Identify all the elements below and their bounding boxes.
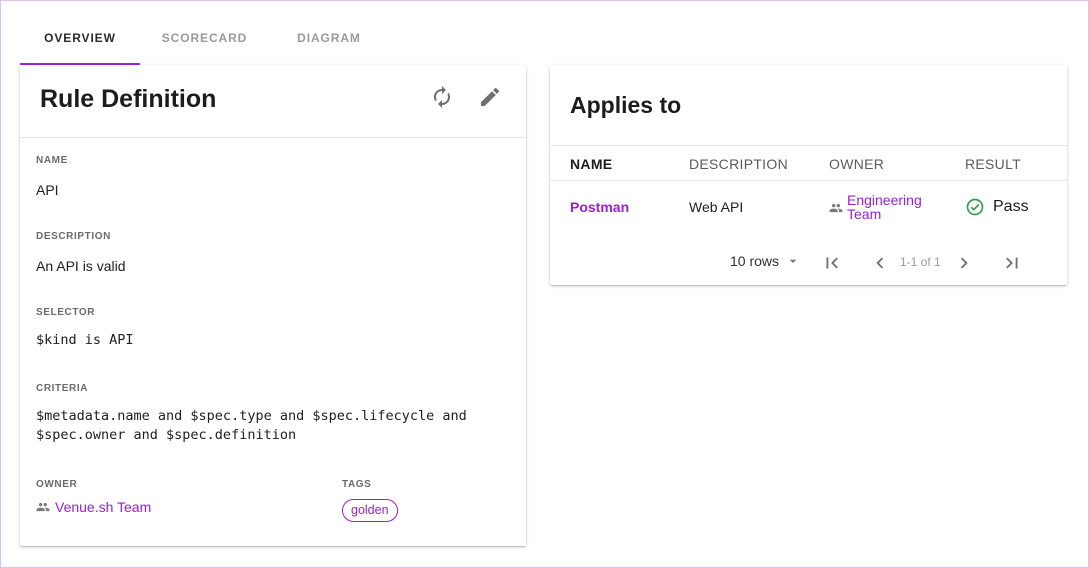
refresh-icon — [434, 86, 450, 108]
applies-to-card: Applies to NAME DESCRIPTION OWNER RESULT… — [550, 65, 1067, 285]
selector-value: $kind is API — [36, 332, 134, 348]
column-header-owner[interactable]: OWNER — [829, 156, 884, 172]
last-page-icon — [1006, 257, 1018, 269]
criteria-line-1: $metadata.name and $spec.type and $spec.… — [36, 408, 467, 424]
group-icon — [36, 502, 50, 512]
column-header-description[interactable]: DESCRIPTION — [689, 156, 788, 172]
card-title: Applies to — [570, 92, 682, 118]
dropdown-arrow-icon — [789, 259, 797, 263]
tab-overview[interactable]: OVERVIEW — [20, 10, 140, 65]
column-header-result[interactable]: RESULT — [965, 156, 1021, 172]
edit-pencil-icon — [481, 87, 500, 106]
page-range: 1-1 of 1 — [900, 255, 941, 269]
pagination: 10 rows 1-1 of 1 — [550, 245, 1067, 281]
row-description: Web API — [689, 199, 744, 215]
edit-button[interactable] — [476, 83, 504, 111]
check-circle-icon — [966, 198, 984, 216]
chevron-left-icon — [876, 257, 884, 269]
column-header-name[interactable]: NAME — [570, 156, 612, 172]
page-range-text: 1-1 of 1 — [900, 255, 941, 269]
card-title: Rule Definition — [40, 85, 217, 113]
table-row: Postman Web API Engineering Team Pass — [550, 181, 1067, 235]
criteria-line-2: $spec.owner and $spec.definition — [36, 427, 297, 443]
group-icon — [829, 203, 843, 213]
refresh-button[interactable] — [428, 83, 456, 111]
name-label: NAME — [36, 155, 68, 166]
owner-label: OWNER — [36, 479, 78, 490]
tab-scorecard[interactable]: SCORECARD — [140, 10, 269, 65]
next-page-button[interactable] — [952, 251, 976, 275]
tab-bar: OVERVIEW SCORECARD DIAGRAM — [20, 10, 389, 65]
card-header: Rule Definition — [20, 65, 526, 138]
rule-definition-card: Rule Definition NAME API DESCRIPTION An … — [20, 65, 526, 546]
description-value: An API is valid — [36, 258, 126, 274]
first-page-button[interactable] — [820, 251, 844, 275]
previous-page-button[interactable] — [868, 251, 892, 275]
row-owner-link[interactable]: Engineering Team — [829, 193, 922, 221]
first-page-icon — [826, 257, 838, 269]
rows-per-page-select[interactable]: 10 rows — [730, 253, 801, 269]
row-owner-line-2: Team — [847, 206, 882, 222]
table-header: NAME DESCRIPTION OWNER RESULT — [550, 145, 1067, 181]
tab-diagram[interactable]: DIAGRAM — [269, 10, 389, 65]
row-name-link[interactable]: Postman — [570, 199, 629, 215]
rows-per-page-value: 10 rows — [730, 253, 780, 269]
name-value: API — [36, 182, 59, 198]
criteria-label: CRITERIA — [36, 383, 89, 394]
tags-label: TAGS — [342, 479, 372, 490]
selector-label: SELECTOR — [36, 307, 96, 318]
row-owner-line-1: Engineering — [847, 192, 922, 208]
result-text: Pass — [993, 198, 1029, 215]
row-result: Pass — [965, 197, 1029, 217]
description-label: DESCRIPTION — [36, 231, 111, 242]
last-page-button[interactable] — [1000, 251, 1024, 275]
tag-chip-golden[interactable]: golden — [342, 499, 398, 522]
chevron-right-icon — [960, 257, 968, 269]
owner-name: Venue.sh Team — [55, 499, 152, 515]
owner-link[interactable]: Venue.sh Team — [36, 499, 151, 515]
